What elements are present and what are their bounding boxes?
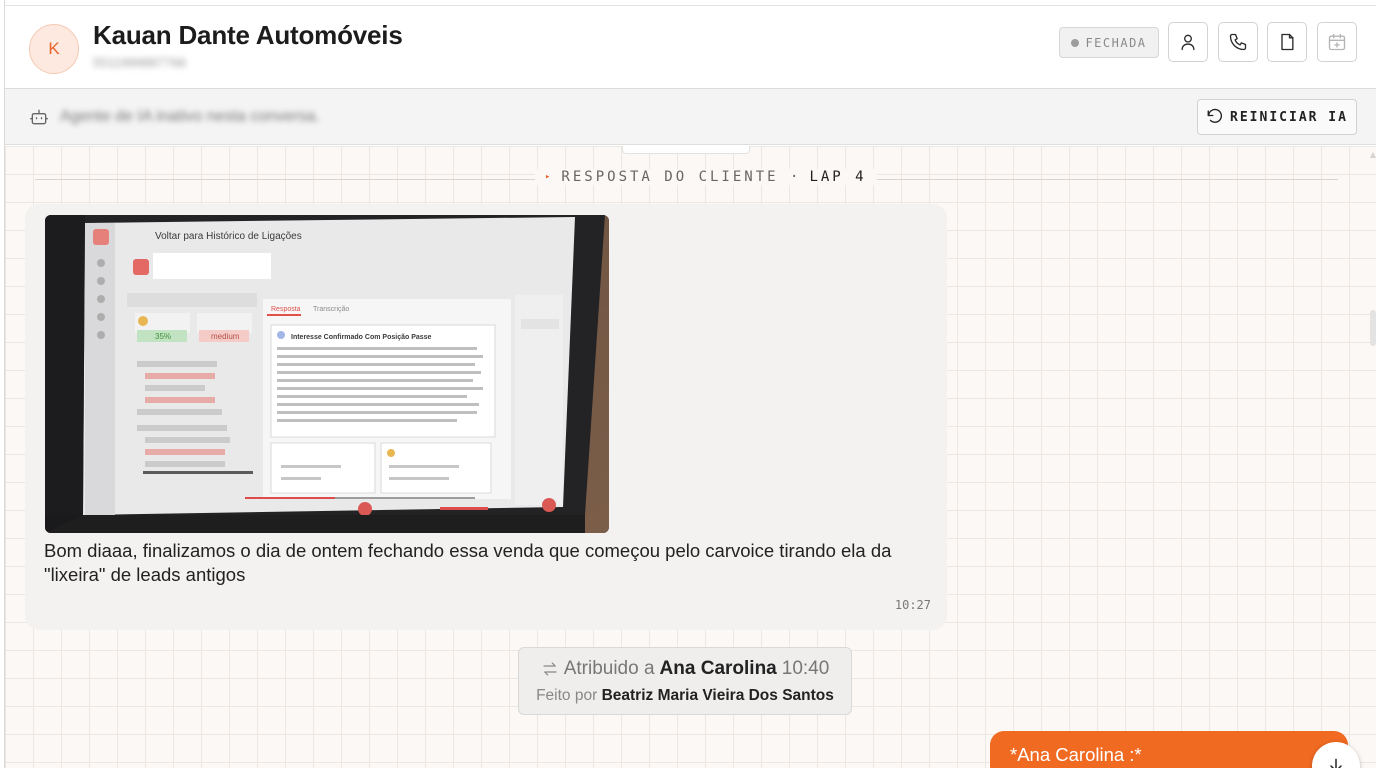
assignment-time: 10:40 <box>781 658 830 679</box>
status-dot <box>1071 38 1080 47</box>
assignee-name: Ana Carolina <box>659 658 777 679</box>
contact-profile-button[interactable] <box>1168 22 1208 62</box>
bot-icon <box>29 107 49 127</box>
file-icon <box>1281 33 1294 51</box>
scrollbar-thumb[interactable] <box>1370 310 1376 346</box>
photo-content: Voltar para Histórico de Ligações 35% me… <box>45 215 609 533</box>
status-badge: FECHADA <box>1059 27 1159 58</box>
assignment-prefix: Atribuido a <box>563 658 655 679</box>
calendar-plus-icon <box>1328 33 1346 51</box>
transfer-arrows-icon <box>543 662 557 676</box>
notes-button[interactable] <box>1267 22 1307 62</box>
status-label: FECHADA <box>1085 35 1147 50</box>
outgoing-message: *Ana Carolina :* <box>990 731 1348 768</box>
user-icon <box>1181 34 1195 51</box>
assigned-by-prefix: Feito por <box>536 687 598 704</box>
reset-ai-label: REINICIAR IA <box>1230 109 1348 125</box>
rotate-ccw-icon <box>1207 108 1223 123</box>
message-timestamp: 10:27 <box>894 598 931 612</box>
ai-agent-bar: Agente de IA inativo nesta conversa. REI… <box>5 89 1376 145</box>
divider-label: RESPOSTA DO CLIENTE · <box>561 169 802 185</box>
contact-phone: 5511999887766 <box>93 55 187 70</box>
assigned-by-name: Beatriz Maria Vieira Dos Santos <box>601 687 834 704</box>
assignment-event: Atribuido a Ana Carolina 10:40 Feito por… <box>518 647 852 715</box>
assignment-line: Atribuido a Ana Carolina 10:40 <box>519 658 851 680</box>
outgoing-message-text: *Ana Carolina :* <box>1010 744 1142 765</box>
load-more-tab[interactable] <box>622 146 750 154</box>
arrow-down-icon <box>1330 758 1342 768</box>
avatar[interactable]: K <box>29 24 79 74</box>
chat-area[interactable]: ▸ RESPOSTA DO CLIENTE · LAP 4 Voltar par… <box>5 146 1376 768</box>
ai-status-text: Agente de IA inativo nesta conversa. <box>60 108 320 125</box>
incoming-message: Voltar para Histórico de Ligações 35% me… <box>25 204 947 630</box>
phone-icon <box>1229 33 1247 51</box>
assigned-by-line: Feito por Beatriz Maria Vieira Dos Santo… <box>519 687 851 705</box>
conversation-header: K Kauan Dante Automóveis 5511999887766 F… <box>5 5 1376 89</box>
contact-name: Kauan Dante Automóveis <box>93 20 403 50</box>
reset-ai-button[interactable]: REINICIAR IA <box>1197 99 1357 135</box>
divider-lap: LAP 4 <box>809 169 867 185</box>
caret-right-icon: ▸ <box>545 172 554 182</box>
message-text: Bom diaaa, finalizamos o dia de ontem fe… <box>44 540 892 585</box>
section-divider: ▸ RESPOSTA DO CLIENTE · LAP 4 <box>535 169 877 185</box>
call-button[interactable] <box>1218 22 1258 62</box>
message-photo[interactable]: Voltar para Histórico de Ligações 35% me… <box>45 215 609 533</box>
scroll-up-arrow[interactable] <box>1370 148 1376 158</box>
schedule-button[interactable] <box>1317 22 1357 62</box>
